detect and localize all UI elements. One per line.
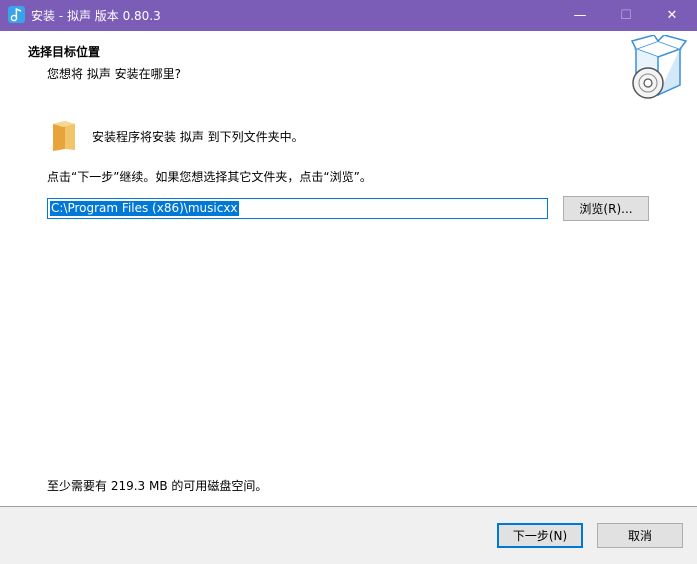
- page-subtitle: 您想将 拟声 安装在哪里?: [47, 67, 181, 81]
- maximize-icon: ☐: [620, 8, 632, 23]
- minimize-button[interactable]: —: [557, 0, 603, 31]
- instruction-text: 点击“下一步”继续。如果您想选择其它文件夹，点击“浏览”。: [47, 170, 372, 184]
- title-bar[interactable]: 安装 - 拟声 版本 0.80.3 — ☐ ✕: [0, 0, 697, 31]
- disk-space-text: 至少需要有 219.3 MB 的可用磁盘空间。: [47, 479, 268, 493]
- folder-icon: [53, 121, 75, 151]
- wizard-header: 选择目标位置 您想将 拟声 安装在哪里?: [0, 31, 697, 111]
- footer-bar: [0, 507, 697, 564]
- browse-button[interactable]: 浏览(R)...: [563, 196, 649, 221]
- install-path-value: C:\Program Files (x86)\musicxx: [50, 201, 239, 216]
- install-to-text: 安装程序将安装 拟声 到下列文件夹中。: [92, 130, 304, 144]
- maximize-button: ☐: [603, 0, 649, 31]
- window-title: 安装 - 拟声 版本 0.80.3: [31, 9, 161, 23]
- cancel-button[interactable]: 取消: [597, 523, 683, 548]
- minimize-icon: —: [573, 8, 587, 23]
- close-button[interactable]: ✕: [649, 0, 695, 31]
- close-icon: ✕: [666, 8, 678, 23]
- box-cd-icon: [630, 35, 688, 99]
- page-title: 选择目标位置: [28, 45, 101, 59]
- next-button[interactable]: 下一步(N): [497, 523, 583, 548]
- install-path-input[interactable]: C:\Program Files (x86)\musicxx: [47, 198, 548, 219]
- app-music-icon: [8, 6, 25, 23]
